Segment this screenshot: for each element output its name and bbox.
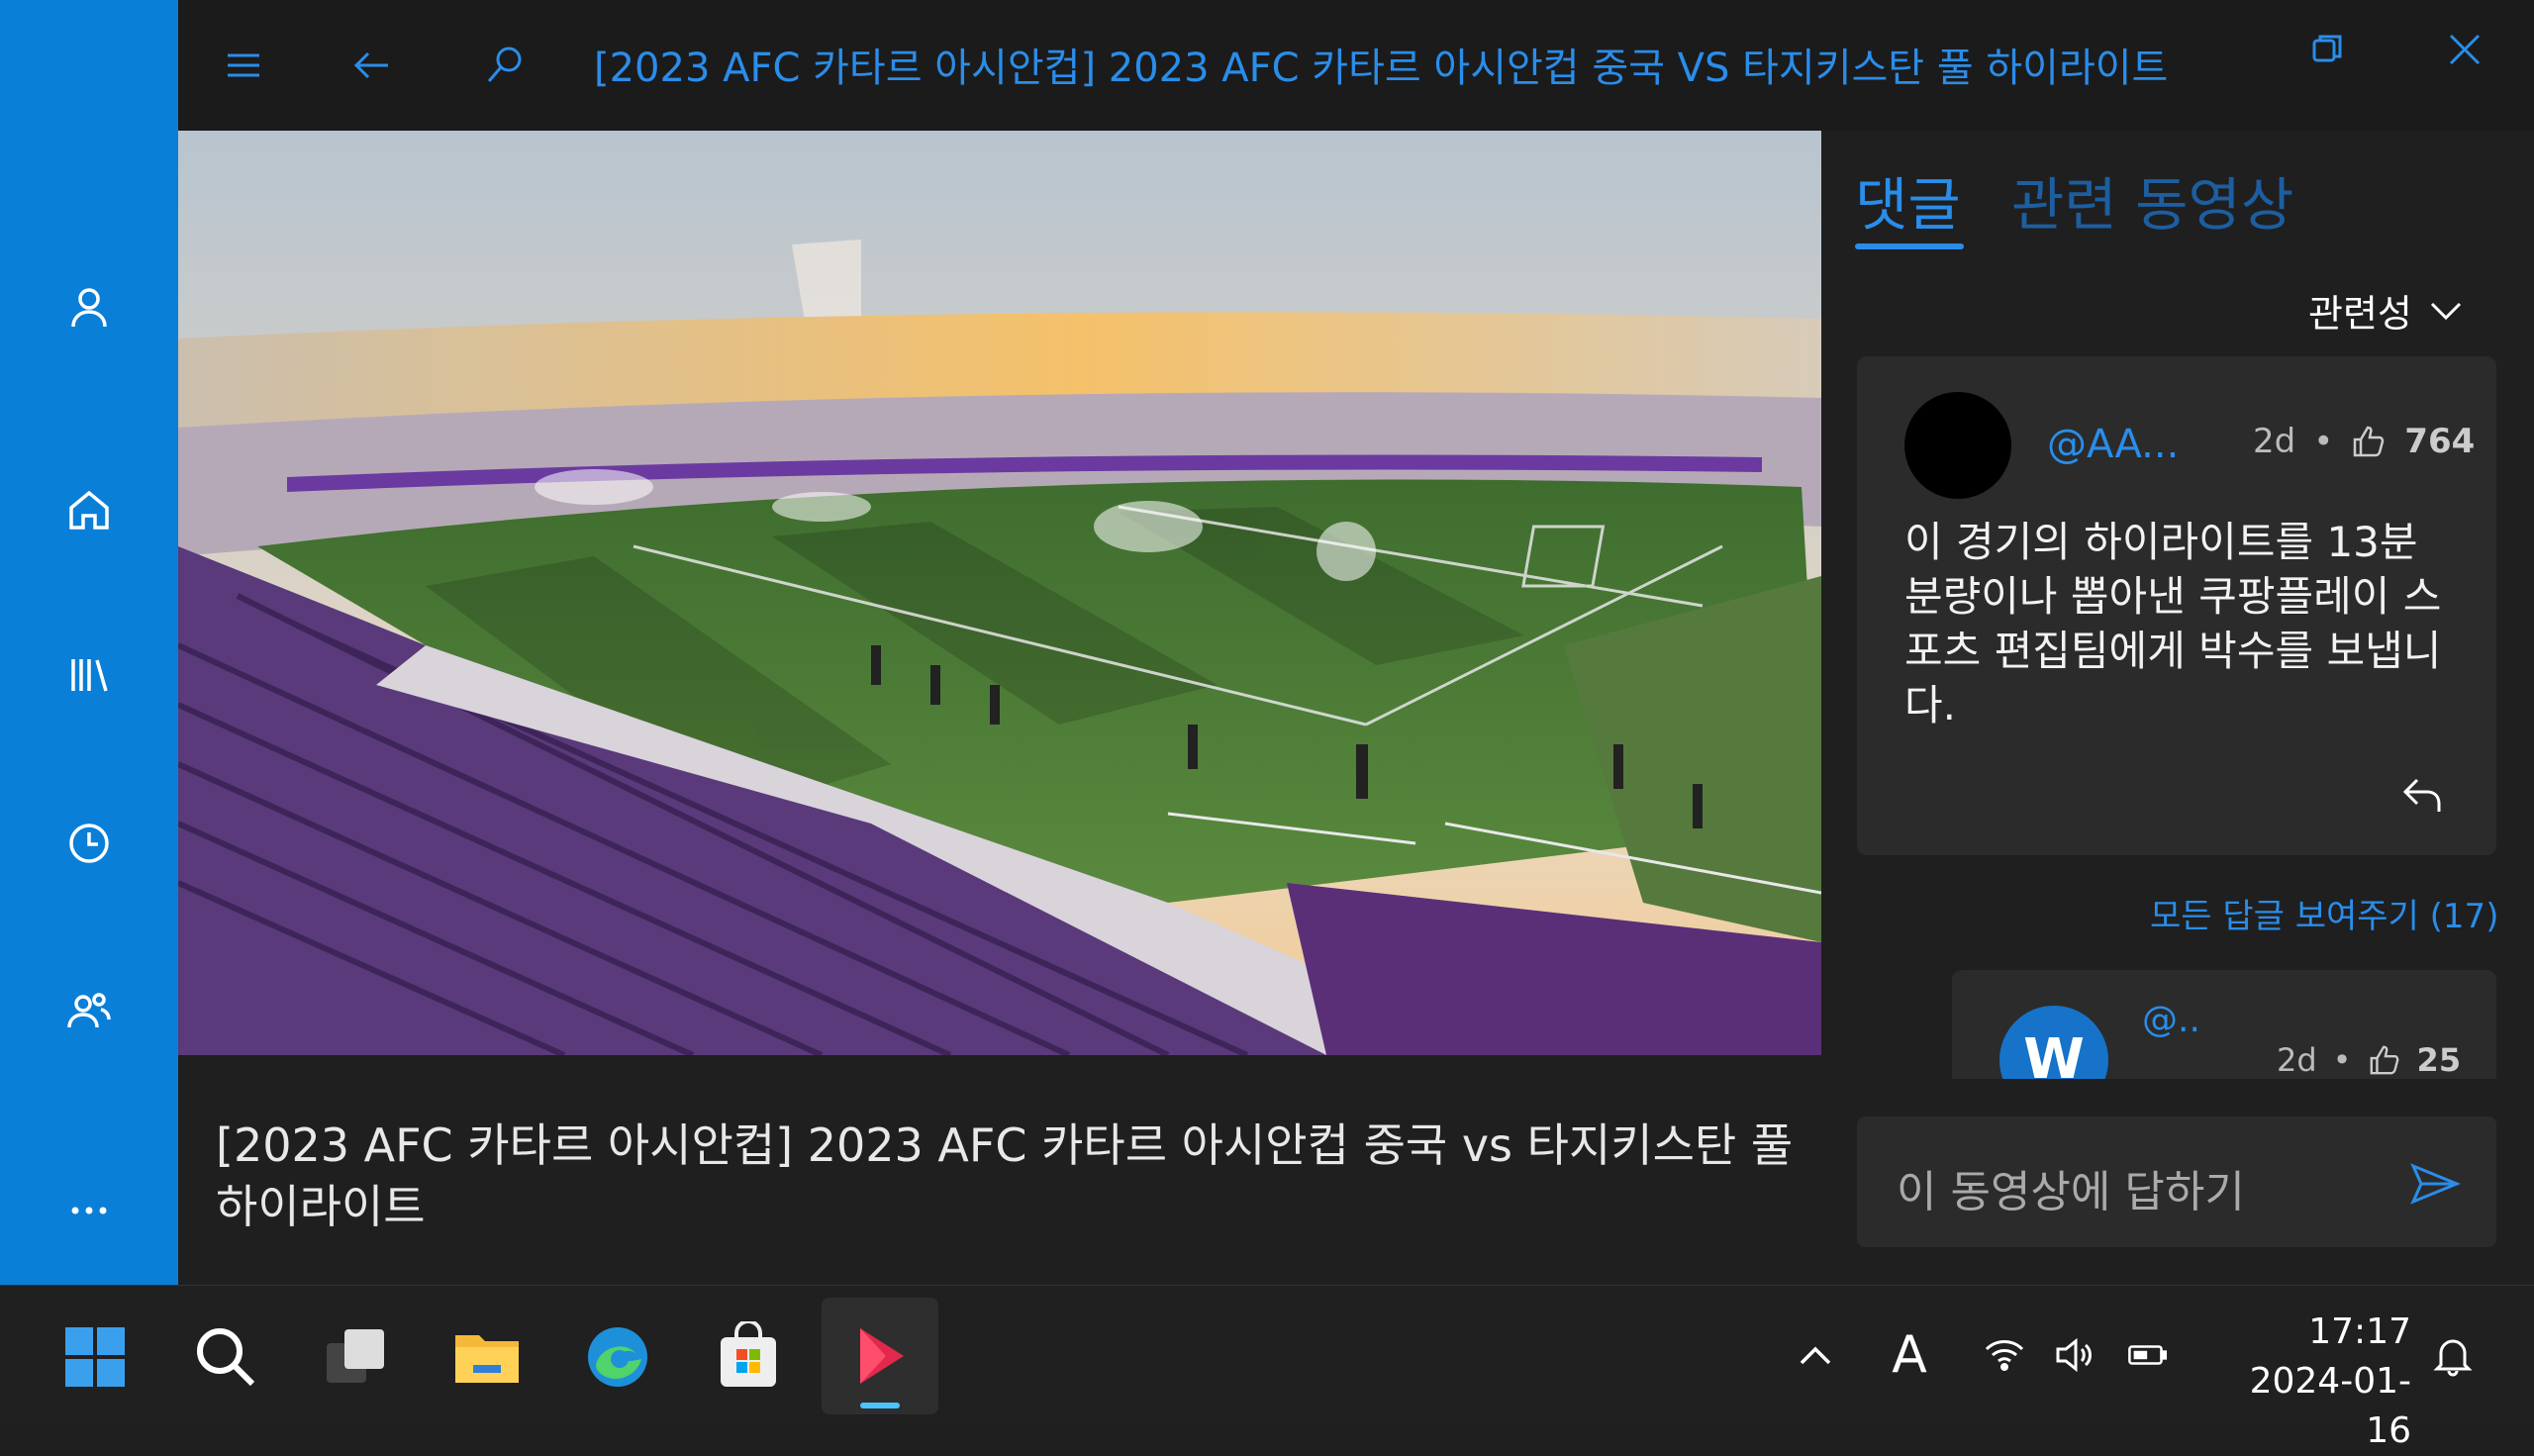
tab-related-videos[interactable]: 관련 동영상 [2011,158,2293,242]
reply-icon[interactable] [2397,768,2449,820]
notification-bell-icon[interactable] [2425,1325,2481,1385]
file-explorer-icon[interactable] [443,1313,531,1401]
clock-date: 2024-01-16 [2249,1361,2411,1451]
title-bar: [2023 AFC 카타르 아시안컵] 2023 AFC 카타르 아시안컵 중국… [178,0,2534,131]
clock-time: 17:17 [2308,1311,2411,1352]
comment-text: 이 경기의 하이라이트를 13분 분량이나 뽑아낸 쿠팡플레이 스포츠 편집팀에… [1904,518,2442,729]
comment-like-count: 764 [2404,422,2476,461]
hamburger-menu-icon[interactable] [200,22,287,109]
active-app-indicator [860,1403,900,1408]
active-tab-underline [1855,243,1964,249]
search-icon[interactable] [461,22,548,109]
reply-card: W @.. 2d • 25 [1952,970,2496,1079]
account-icon[interactable] [45,262,134,351]
task-view-icon[interactable] [313,1313,400,1401]
comment-username[interactable]: @AA... [2047,422,2179,467]
tab-comments[interactable]: 댓글 [1855,158,1961,242]
volume-icon[interactable] [2045,1325,2102,1385]
video-player[interactable] [178,131,1821,1055]
subscriptions-icon[interactable] [45,965,134,1054]
send-icon[interactable] [2409,1158,2461,1210]
nav-rail [0,0,178,1285]
avatar[interactable]: W [1999,1006,2108,1079]
video-frame-stadium [178,131,1821,1055]
restore-window-icon[interactable] [2285,6,2372,93]
comment-meta: 2d • 764 [2253,422,2475,461]
home-icon[interactable] [45,465,134,554]
comment-card: @AA... 2d • 764 이 경기의 하이라이트를 13분 분량이나 뽑아… [1857,356,2496,855]
close-icon[interactable] [2421,6,2508,93]
sort-label: 관련성 [2308,292,2412,336]
window-title: [2023 AFC 카타르 아시안컵] 2023 AFC 카타르 아시안컵 중국… [594,46,2169,91]
show-all-replies-link[interactable]: 모든 답글 보여주기 (17) [2150,889,2498,937]
edge-browser-icon[interactable] [574,1313,661,1401]
reply-input[interactable]: 이 동영상에 답하기 [1857,1116,2496,1247]
battery-icon[interactable] [2118,1325,2178,1385]
comment-age: 2d [2253,422,2296,461]
chevron-up-icon[interactable] [1790,1325,1841,1385]
reply-age: 2d [2277,1041,2317,1079]
thumbs-up-icon[interactable] [2351,424,2387,459]
search-icon[interactable] [182,1313,269,1401]
sort-dropdown[interactable]: 관련성 [2308,283,2466,338]
taskbar: A 17:17 2024-01-16 [0,1285,2534,1451]
thumbs-up-icon[interactable] [2368,1043,2401,1077]
avatar[interactable] [1904,392,2011,499]
system-clock[interactable]: 17:17 2024-01-16 [2213,1308,2411,1456]
input-method-indicator[interactable]: A [1885,1325,1934,1385]
more-icon[interactable] [45,1166,134,1255]
start-icon[interactable] [51,1313,139,1401]
reply-meta: 2d • 25 [2277,1041,2461,1079]
reply-like-count: 25 [2416,1041,2462,1079]
reply-input-placeholder: 이 동영상에 답하기 [1897,1167,2245,1217]
reply-username[interactable]: @.. [2142,1000,2200,1040]
microsoft-store-icon[interactable] [705,1313,792,1401]
wifi-icon[interactable] [1976,1325,2033,1385]
back-arrow-icon[interactable] [329,22,416,109]
library-icon[interactable] [45,631,134,720]
history-icon[interactable] [45,799,134,888]
dot-separator: • [2313,422,2334,461]
video-app-icon[interactable] [822,1298,938,1414]
dot-separator: • [2332,1041,2352,1079]
video-title: [2023 AFC 카타르 아시안컵] 2023 AFC 카타르 아시안컵 중국… [216,1118,1794,1233]
chevron-down-icon [2430,302,2461,320]
